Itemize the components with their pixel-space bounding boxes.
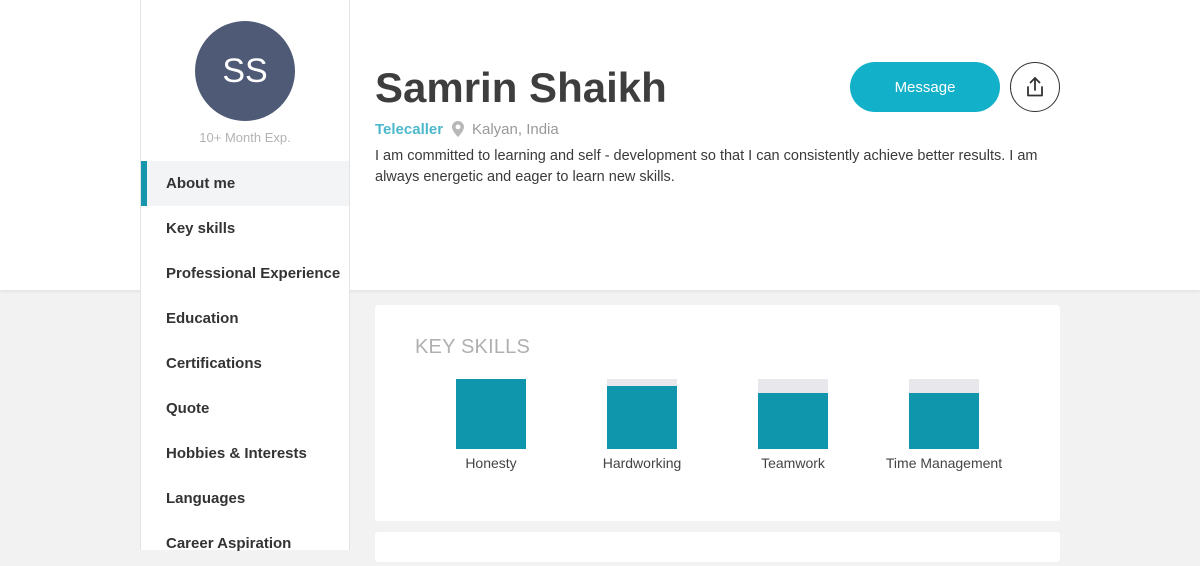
- next-section-card: [375, 532, 1060, 562]
- profile-sidebar: SS 10+ Month Exp. About me Key skills Pr…: [140, 0, 350, 552]
- share-button[interactable]: [1010, 62, 1060, 112]
- skill-item-teamwork: Teamwork: [718, 379, 868, 471]
- skill-label: Honesty: [465, 455, 517, 471]
- avatar: SS: [195, 21, 295, 121]
- sidebar-item-languages[interactable]: Languages: [141, 476, 349, 521]
- skill-item-honesty: Honesty: [416, 379, 566, 471]
- sidebar-nav: About me Key skills Professional Experie…: [141, 161, 349, 566]
- profile-bio: I am committed to learning and self - de…: [375, 148, 1038, 185]
- skill-item-hardworking: Hardworking: [567, 379, 717, 471]
- skill-bar-track: [607, 379, 677, 449]
- profile-name: Samrin Shaikh: [375, 64, 667, 111]
- skill-bar-track: [909, 379, 979, 449]
- key-skills-card: KEY SKILLS Honesty Hardworking Teamwork …: [375, 305, 1060, 521]
- sidebar-item-education[interactable]: Education: [141, 296, 349, 341]
- key-skills-title: KEY SKILLS: [415, 336, 531, 358]
- share-upload-icon: [1027, 77, 1043, 97]
- profile-role: Telecaller: [375, 121, 444, 138]
- skill-bar-fill: [607, 386, 677, 449]
- message-button[interactable]: Message: [850, 62, 1000, 112]
- skill-bar-track: [758, 379, 828, 449]
- sidebar-item-quote[interactable]: Quote: [141, 386, 349, 431]
- skill-bar-fill: [909, 393, 979, 449]
- sidebar-item-hobbies-interests[interactable]: Hobbies & Interests: [141, 431, 349, 476]
- sidebar-item-professional-experience[interactable]: Professional Experience: [141, 251, 349, 296]
- skill-item-time-management: Time Management: [869, 379, 1019, 471]
- skill-label: Teamwork: [761, 455, 825, 471]
- sidebar-item-career-aspiration[interactable]: Career Aspiration: [141, 521, 349, 566]
- skill-bar-fill: [758, 393, 828, 449]
- profile-location: Kalyan, India: [472, 121, 559, 138]
- sidebar-item-key-skills[interactable]: Key skills: [141, 206, 349, 251]
- experience-label: 10+ Month Exp.: [199, 130, 291, 145]
- skill-bar-track: [456, 379, 526, 449]
- skill-bar-fill: [456, 379, 526, 449]
- skill-label: Hardworking: [602, 455, 682, 471]
- location-pin-icon: [452, 121, 464, 137]
- sidebar-item-about-me[interactable]: About me: [141, 161, 349, 206]
- skill-label: Time Management: [885, 455, 1003, 471]
- sidebar-item-certifications[interactable]: Certifications: [141, 341, 349, 386]
